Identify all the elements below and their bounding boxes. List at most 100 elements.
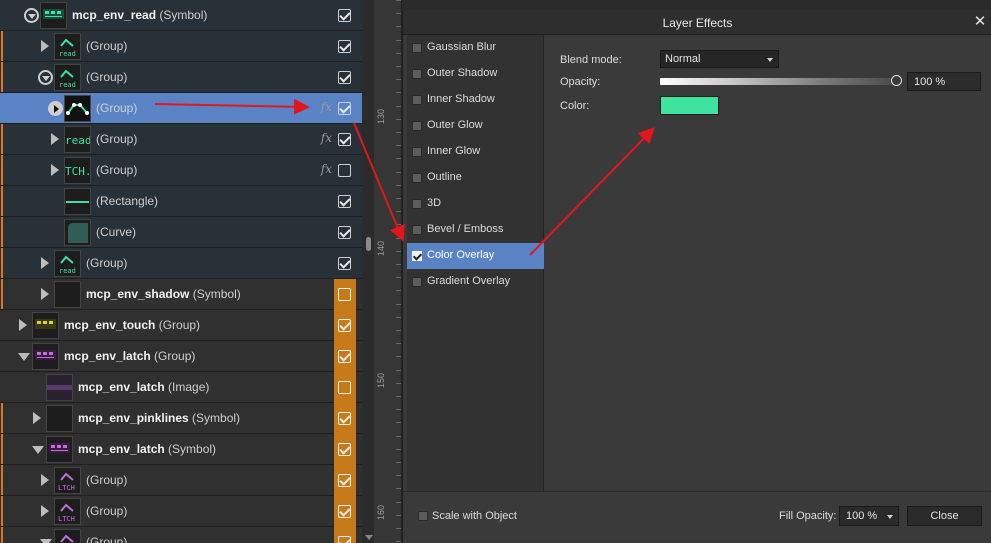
- collapse-arrow-icon[interactable]: [40, 539, 52, 543]
- visibility-toggle[interactable]: [334, 248, 356, 279]
- layer-row[interactable]: read (Group): [0, 62, 362, 93]
- visibility-toggle[interactable]: [334, 527, 356, 543]
- expand-arrow-icon[interactable]: [51, 133, 59, 145]
- layer-row[interactable]: read (Group): [0, 31, 362, 62]
- visibility-toggle[interactable]: [334, 434, 356, 465]
- visibility-checkbox-icon[interactable]: [338, 412, 351, 425]
- layer-row[interactable]: mcp_env_shadow (Symbol): [0, 279, 362, 310]
- layer-row[interactable]: LTCH (Group): [0, 496, 362, 527]
- visibility-toggle[interactable]: [334, 217, 356, 248]
- visibility-checkbox-icon[interactable]: [338, 474, 351, 487]
- visibility-toggle[interactable]: [334, 93, 356, 124]
- blend-mode-dropdown[interactable]: Normal: [660, 50, 779, 68]
- visibility-checkbox-icon[interactable]: [338, 195, 351, 208]
- expand-arrow-icon[interactable]: [48, 101, 63, 116]
- effect-item[interactable]: Bevel / Emboss: [407, 217, 544, 243]
- effect-checkbox[interactable]: [412, 69, 422, 79]
- layer-row[interactable]: mcp_env_pinklines (Symbol): [0, 403, 362, 434]
- fill-opacity-dropdown[interactable]: 100 %: [839, 506, 899, 526]
- expand-arrow-icon[interactable]: [41, 505, 49, 517]
- effect-checkbox[interactable]: [412, 95, 422, 105]
- visibility-toggle[interactable]: [334, 372, 356, 403]
- effect-checkbox[interactable]: [412, 199, 422, 209]
- layer-row[interactable]: (Curve): [0, 217, 362, 248]
- visibility-toggle[interactable]: [334, 186, 356, 217]
- visibility-checkbox-icon[interactable]: [338, 164, 351, 177]
- effect-item[interactable]: 3D: [407, 191, 544, 217]
- scale-with-object-checkbox[interactable]: [418, 511, 428, 521]
- visibility-checkbox-icon[interactable]: [338, 257, 351, 270]
- layer-row[interactable]: TCH. (Group) fx: [0, 155, 362, 186]
- opacity-slider[interactable]: [660, 78, 895, 85]
- visibility-checkbox-icon[interactable]: [338, 226, 351, 239]
- effect-checkbox[interactable]: [412, 43, 422, 53]
- visibility-toggle[interactable]: [334, 279, 356, 310]
- effect-checkbox[interactable]: [412, 251, 422, 261]
- close-icon[interactable]: ✕: [972, 12, 988, 30]
- visibility-toggle[interactable]: [334, 0, 356, 31]
- visibility-checkbox-icon[interactable]: [338, 102, 351, 115]
- expand-arrow-icon[interactable]: [19, 319, 27, 331]
- opacity-field[interactable]: 100 %: [907, 72, 981, 91]
- effect-item[interactable]: Outline: [407, 165, 544, 191]
- effect-checkbox[interactable]: [412, 147, 422, 157]
- collapse-arrow-icon[interactable]: [32, 446, 44, 454]
- fx-icon[interactable]: fx: [321, 162, 332, 176]
- visibility-toggle[interactable]: [334, 155, 356, 186]
- visibility-checkbox-icon[interactable]: [338, 443, 351, 456]
- effect-item[interactable]: Gradient Overlay: [407, 269, 544, 295]
- scroll-down-arrow-icon[interactable]: [365, 535, 373, 540]
- collapse-arrow-icon[interactable]: [38, 70, 53, 85]
- layer-row[interactable]: (Group) fx: [0, 93, 362, 124]
- collapse-arrow-icon[interactable]: [24, 8, 39, 23]
- visibility-checkbox-icon[interactable]: [338, 536, 351, 543]
- expand-arrow-icon[interactable]: [33, 412, 41, 424]
- layer-row[interactable]: mcp_env_latch (Symbol): [0, 434, 362, 465]
- expand-arrow-icon[interactable]: [41, 40, 49, 52]
- visibility-checkbox-icon[interactable]: [338, 381, 351, 394]
- visibility-checkbox-icon[interactable]: [338, 505, 351, 518]
- layer-row[interactable]: mcp_env_latch (Group): [0, 341, 362, 372]
- opacity-slider-knob[interactable]: [891, 75, 902, 86]
- effect-item[interactable]: Gaussian Blur: [407, 35, 544, 61]
- layers-scrollbar[interactable]: [362, 0, 374, 543]
- effect-item[interactable]: Outer Shadow: [407, 61, 544, 87]
- effect-checkbox[interactable]: [412, 225, 422, 235]
- visibility-toggle[interactable]: [334, 124, 356, 155]
- layer-row[interactable]: mcp_env_touch (Group): [0, 310, 362, 341]
- visibility-checkbox-icon[interactable]: [338, 350, 351, 363]
- layer-row[interactable]: mcp_env_read (Symbol): [0, 0, 362, 31]
- visibility-toggle[interactable]: [334, 496, 356, 527]
- visibility-checkbox-icon[interactable]: [338, 9, 351, 22]
- close-button[interactable]: Close: [907, 506, 982, 526]
- visibility-checkbox-icon[interactable]: [338, 40, 351, 53]
- expand-arrow-icon[interactable]: [51, 164, 59, 176]
- visibility-toggle[interactable]: [334, 465, 356, 496]
- effect-checkbox[interactable]: [412, 121, 422, 131]
- scrollbar-thumb[interactable]: [366, 237, 371, 251]
- visibility-checkbox-icon[interactable]: [338, 71, 351, 84]
- layer-row[interactable]: read (Group): [0, 248, 362, 279]
- expand-arrow-icon[interactable]: [41, 288, 49, 300]
- effect-item[interactable]: Inner Shadow: [407, 87, 544, 113]
- layer-row[interactable]: LTCH (Group): [0, 527, 362, 543]
- layer-row[interactable]: LTCH (Group): [0, 465, 362, 496]
- effect-checkbox[interactable]: [412, 277, 422, 287]
- layer-row[interactable]: read (Group) fx: [0, 124, 362, 155]
- fx-icon[interactable]: fx: [321, 100, 332, 114]
- visibility-toggle[interactable]: [334, 310, 356, 341]
- visibility-toggle[interactable]: [334, 403, 356, 434]
- effect-checkbox[interactable]: [412, 173, 422, 183]
- visibility-checkbox-icon[interactable]: [338, 133, 351, 146]
- effect-item[interactable]: Inner Glow: [407, 139, 544, 165]
- visibility-checkbox-icon[interactable]: [338, 288, 351, 301]
- effect-item[interactable]: Color Overlay: [407, 243, 544, 269]
- expand-arrow-icon[interactable]: [41, 474, 49, 486]
- layer-row[interactable]: mcp_env_latch (Image): [0, 372, 362, 403]
- visibility-checkbox-icon[interactable]: [338, 319, 351, 332]
- layer-row[interactable]: (Rectangle): [0, 186, 362, 217]
- effect-item[interactable]: Outer Glow: [407, 113, 544, 139]
- color-swatch[interactable]: [660, 96, 719, 115]
- visibility-toggle[interactable]: [334, 341, 356, 372]
- visibility-toggle[interactable]: [334, 62, 356, 93]
